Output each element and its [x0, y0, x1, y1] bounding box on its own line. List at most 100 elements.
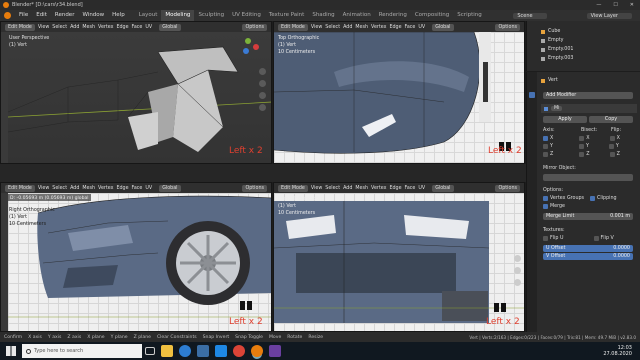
- bisect-z-checkbox[interactable]: [579, 152, 585, 157]
- flip-y-checkbox[interactable]: [608, 144, 614, 149]
- mail-icon[interactable]: [215, 345, 227, 357]
- menu-select[interactable]: Select: [325, 186, 340, 191]
- tab-modeling[interactable]: Modeling: [161, 10, 195, 21]
- merge-checkbox[interactable]: [543, 204, 548, 209]
- bisect-x-checkbox[interactable]: [579, 136, 585, 141]
- options-button[interactable]: Options: [242, 184, 267, 192]
- mode-selector[interactable]: Edit Mode: [5, 184, 35, 192]
- tab-texture-paint[interactable]: Texture Paint: [265, 10, 309, 21]
- menu-uv[interactable]: UV: [418, 186, 425, 191]
- app-icon[interactable]: [269, 345, 281, 357]
- menu-edit[interactable]: Edit: [32, 10, 51, 21]
- navigation-gizmo[interactable]: [239, 36, 263, 60]
- flip-u-checkbox[interactable]: [543, 236, 548, 241]
- maximize-button[interactable]: ☐: [607, 2, 623, 8]
- tab-animation[interactable]: Animation: [339, 10, 375, 21]
- pan-icon[interactable]: [514, 267, 521, 274]
- v-offset-field[interactable]: V Offset 0.0000: [543, 253, 633, 260]
- edge-browser-icon[interactable]: [179, 345, 191, 357]
- chrome-icon[interactable]: [233, 345, 245, 357]
- camera-icon[interactable]: [514, 279, 521, 286]
- menu-face[interactable]: Face: [132, 25, 143, 30]
- add-modifier-button[interactable]: Add Modifier: [543, 92, 633, 99]
- zoom-icon[interactable]: [514, 255, 521, 262]
- close-button[interactable]: ✕: [624, 2, 640, 8]
- minimize-button[interactable]: —: [590, 2, 607, 8]
- menu-add[interactable]: Add: [343, 186, 352, 191]
- menu-uv[interactable]: UV: [418, 25, 425, 30]
- menu-face[interactable]: Face: [405, 186, 416, 191]
- x-axis-icon[interactable]: [253, 44, 259, 50]
- task-view-icon[interactable]: [145, 347, 155, 355]
- menu-help[interactable]: Help: [108, 10, 129, 21]
- tab-uv-editing[interactable]: UV Editing: [228, 10, 265, 21]
- store-icon[interactable]: [197, 345, 209, 357]
- u-offset-field[interactable]: U Offset 0.0000: [543, 245, 633, 252]
- menu-vertex[interactable]: Vertex: [371, 25, 386, 30]
- file-explorer-icon[interactable]: [161, 345, 173, 357]
- axis-z-checkbox[interactable]: [543, 152, 548, 157]
- mode-selector[interactable]: Edit Mode: [278, 184, 308, 192]
- menu-add[interactable]: Add: [70, 25, 79, 30]
- tab-layout[interactable]: Layout: [135, 10, 162, 21]
- apply-button[interactable]: Apply: [543, 116, 587, 123]
- tab-rendering[interactable]: Rendering: [375, 10, 411, 21]
- flip-z-checkbox[interactable]: [609, 152, 615, 157]
- vertex-groups-checkbox[interactable]: [543, 196, 548, 201]
- menu-edge[interactable]: Edge: [116, 25, 128, 30]
- scene-selector[interactable]: Scene: [513, 12, 547, 19]
- transform-orientation[interactable]: Global: [159, 23, 181, 31]
- clipping-checkbox[interactable]: [590, 196, 596, 201]
- mode-selector[interactable]: Edit Mode: [278, 23, 308, 31]
- menu-window[interactable]: Window: [78, 10, 108, 21]
- viewport-right-orthographic[interactable]: Edit Mode View Select Add Mesh Vertex Ed…: [0, 182, 272, 332]
- menu-select[interactable]: Select: [325, 25, 340, 30]
- menu-vertex[interactable]: Vertex: [371, 186, 386, 191]
- windows-start-icon[interactable]: [6, 346, 16, 356]
- merge-limit-field[interactable]: Merge Limit 0.001 m: [543, 213, 633, 220]
- mirror-object-field[interactable]: [543, 174, 633, 181]
- menu-edge[interactable]: Edge: [389, 25, 401, 30]
- menu-select[interactable]: Select: [52, 25, 67, 30]
- menu-render[interactable]: Render: [51, 10, 79, 21]
- menu-view[interactable]: View: [311, 25, 322, 30]
- menu-mesh[interactable]: Mesh: [82, 25, 95, 30]
- blender-taskbar-icon[interactable]: [251, 345, 263, 357]
- menu-add[interactable]: Add: [343, 25, 352, 30]
- options-button[interactable]: Options: [495, 23, 520, 31]
- menu-vertex[interactable]: Vertex: [98, 186, 113, 191]
- clock-date[interactable]: 27.08.2020: [603, 351, 632, 357]
- outliner-item[interactable]: Empty.003: [541, 56, 573, 61]
- tab-shading[interactable]: Shading: [308, 10, 338, 21]
- menu-uv[interactable]: UV: [145, 25, 152, 30]
- viewport-top-orthographic[interactable]: Edit Mode View Select Add Mesh Vertex Ed…: [273, 21, 525, 164]
- ortho-toggle-icon[interactable]: [259, 104, 266, 111]
- menu-face[interactable]: Face: [405, 25, 416, 30]
- axis-y-checkbox[interactable]: [543, 144, 548, 149]
- options-button[interactable]: Options: [242, 23, 267, 31]
- view-layer-selector[interactable]: View Layer: [586, 12, 632, 19]
- blender-menu-icon[interactable]: [4, 12, 11, 19]
- viewport-front-orthographic[interactable]: Edit Mode View Select Add Mesh Vertex Ed…: [273, 182, 525, 332]
- zoom-icon[interactable]: [259, 68, 266, 75]
- menu-select[interactable]: Select: [52, 186, 67, 191]
- menu-face[interactable]: Face: [132, 186, 143, 191]
- z-axis-icon[interactable]: [243, 48, 249, 54]
- tab-scripting[interactable]: Scripting: [453, 10, 485, 21]
- outliner-item[interactable]: Cube: [541, 29, 560, 34]
- flip-x-checkbox[interactable]: [609, 136, 615, 141]
- flip-v-checkbox[interactable]: [593, 236, 599, 241]
- options-button[interactable]: Options: [495, 184, 520, 192]
- menu-mesh[interactable]: Mesh: [82, 186, 95, 191]
- y-axis-icon[interactable]: [245, 38, 251, 44]
- pan-icon[interactable]: [259, 80, 266, 87]
- menu-uv[interactable]: UV: [145, 186, 152, 191]
- outliner-item[interactable]: Empty: [541, 38, 563, 43]
- taskbar-search-box[interactable]: Type here to search: [22, 344, 142, 358]
- tab-sculpting[interactable]: Sculpting: [194, 10, 228, 21]
- outliner-item[interactable]: Empty.001: [541, 47, 573, 52]
- viewport-user-perspective[interactable]: Edit Mode View Select Add Mesh Vertex Ed…: [0, 21, 272, 164]
- mode-selector[interactable]: Edit Mode: [5, 23, 35, 31]
- menu-view[interactable]: View: [38, 186, 49, 191]
- transform-orientation[interactable]: Global: [432, 184, 454, 192]
